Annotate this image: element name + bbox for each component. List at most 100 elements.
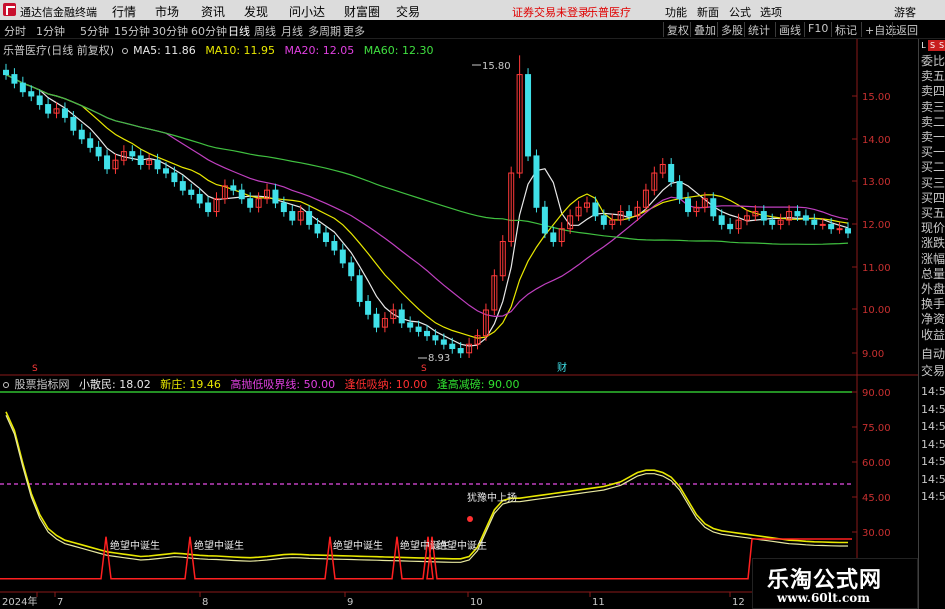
- period-toolbar: 分时 1分钟 5分钟 15分钟 30分钟 60分钟 日线 周线 月线 多周期 更…: [0, 20, 945, 39]
- date-tick-label: 9: [347, 597, 353, 608]
- draw-line-button[interactable]: 画线: [775, 22, 804, 37]
- candle-body: [407, 322, 414, 328]
- indicator-tick-label: 30.00: [862, 528, 891, 539]
- side-flags: L S S: [918, 40, 945, 52]
- side-lower-0[interactable]: 自动: [921, 345, 945, 362]
- login-status-notice[interactable]: 证券交易未登录: [512, 4, 589, 20]
- candle-body: [424, 330, 430, 337]
- candle-body: [171, 172, 178, 183]
- candle-body: [322, 232, 329, 243]
- date-tick-label: 7: [57, 597, 63, 608]
- menu-item-functions[interactable]: 功能: [665, 4, 687, 20]
- overlay-button[interactable]: 叠加: [690, 22, 719, 37]
- menu-item-news[interactable]: 资讯: [201, 3, 225, 20]
- guest-user-label[interactable]: 游客: [894, 4, 916, 20]
- candle-body: [348, 262, 355, 277]
- candle-body: [718, 215, 725, 225]
- menu-item-formula[interactable]: 公式: [729, 4, 751, 20]
- site-watermark: 乐淘公式网 www.60lt.com: [752, 558, 918, 609]
- settings-circle-icon[interactable]: [121, 48, 128, 54]
- period-tab-30min[interactable]: 30分钟: [152, 23, 188, 39]
- candle-body: [137, 155, 144, 165]
- indicator-name-label: 股票指标网: [14, 378, 70, 391]
- signal-marker-s1: S: [32, 364, 38, 374]
- candle-body: [626, 211, 633, 217]
- side-time-4: 14:5: [921, 455, 945, 468]
- period-tab-15min[interactable]: 15分钟: [114, 23, 150, 39]
- menu-item-new-page[interactable]: 新面: [697, 4, 719, 20]
- candle-body: [760, 211, 767, 221]
- menu-item-ask-xiaoda[interactable]: 问小达: [289, 3, 325, 20]
- candle-body: [289, 211, 296, 221]
- price-tick-label: 11.00: [862, 263, 891, 274]
- flag-s2[interactable]: S: [937, 40, 945, 51]
- period-tab-more[interactable]: 更多: [343, 23, 365, 39]
- ma5-label: MA5: 11.86: [133, 44, 196, 57]
- candle-body: [61, 108, 68, 118]
- menu-item-market[interactable]: 市场: [155, 3, 179, 20]
- candle-body: [104, 155, 111, 170]
- candle-body: [432, 335, 439, 341]
- stock-name-label: 乐普医疗(日线 前复权): [3, 44, 115, 57]
- period-tab-1min[interactable]: 1分钟: [36, 23, 65, 39]
- indicator-signal-label: 绝望中诞生: [194, 539, 244, 552]
- indicator-settings-icon[interactable]: [3, 382, 9, 388]
- date-tick-label: 8: [202, 597, 208, 608]
- statistics-button[interactable]: 统计: [744, 22, 773, 37]
- period-tab-60min[interactable]: 60分钟: [191, 23, 227, 39]
- candle-body: [685, 198, 692, 213]
- multi-stock-button[interactable]: 多股: [717, 22, 746, 37]
- candle-body: [819, 223, 826, 226]
- dealer-line: [5, 411, 848, 560]
- indicator-buy-low-label: 逢低吸纳: 10.00: [344, 378, 428, 391]
- candle-body: [87, 138, 94, 148]
- period-tab-daily[interactable]: 日线: [228, 23, 250, 39]
- indicator-tick-label: 60.00: [862, 458, 891, 469]
- candle-body: [306, 211, 313, 225]
- back-button[interactable]: 返回: [892, 22, 921, 37]
- candle-body: [205, 202, 212, 213]
- indicator-boundary-label: 高抛低吸界线: 50.00: [230, 378, 336, 391]
- period-tab-monthly[interactable]: 月线: [281, 23, 303, 39]
- price-tick-label: 9.00: [862, 349, 884, 360]
- candle-body: [19, 82, 26, 93]
- app-title: 通达信金融终端: [20, 6, 97, 19]
- candle-body: [78, 129, 85, 140]
- candle-body: [230, 185, 237, 191]
- f10-button[interactable]: F10: [804, 22, 831, 37]
- menu-item-market-quotes[interactable]: 行情: [112, 3, 136, 20]
- candle-body: [525, 74, 532, 157]
- period-tab-weekly[interactable]: 周线: [254, 23, 276, 39]
- trading-terminal-window: 通达信金融终端 行情 市场 资讯 发现 问小达 财富圈 交易 证券交易未登录 乐…: [0, 0, 945, 609]
- candle-body: [828, 223, 835, 230]
- flag-l[interactable]: L: [919, 40, 928, 51]
- indicator-dealer-label: 新庄: 19.46: [160, 378, 221, 391]
- current-stock-link[interactable]: 乐普医疗: [587, 4, 631, 20]
- period-tab-intraday[interactable]: 分时: [4, 23, 26, 39]
- period-tab-5min[interactable]: 5分钟: [80, 23, 109, 39]
- menu-item-discover[interactable]: 发现: [244, 3, 268, 20]
- menu-item-options[interactable]: 选项: [760, 4, 782, 20]
- candle-body: [188, 189, 195, 195]
- adjust-button[interactable]: 复权: [663, 22, 692, 37]
- chart-area[interactable]: 15.00 14.00 13.00 12.00 11.00 10.00 9.00 90.00…: [0, 39, 918, 609]
- indicator-signal-label: 绝望中诞生: [333, 539, 383, 552]
- mark-button[interactable]: 标记: [831, 22, 860, 37]
- price-tick-label: 14.00: [862, 135, 891, 146]
- side-lower-1[interactable]: 交易: [921, 362, 945, 379]
- flag-s1[interactable]: S: [928, 40, 937, 51]
- date-tick-label: 10: [470, 597, 483, 608]
- candle-body: [196, 193, 203, 204]
- period-tab-multi[interactable]: 多周期: [308, 23, 341, 39]
- indicator-signal-label: 犹豫中上扬: [467, 491, 517, 504]
- candle-body: [449, 343, 456, 350]
- finance-marker[interactable]: 财: [557, 361, 567, 374]
- candlestick-chart-svg[interactable]: 15.00 14.00 13.00 12.00 11.00 10.00 9.00 90.00…: [0, 39, 918, 609]
- menu-item-trade[interactable]: 交易: [396, 3, 420, 20]
- menu-item-wealth-circle[interactable]: 财富圈: [344, 3, 380, 20]
- side-time-0: 14:5: [921, 385, 945, 398]
- candle-body: [314, 223, 321, 234]
- ma20-label: MA20: 12.05: [284, 44, 355, 57]
- candle-body: [398, 309, 405, 324]
- candle-body: [769, 219, 776, 225]
